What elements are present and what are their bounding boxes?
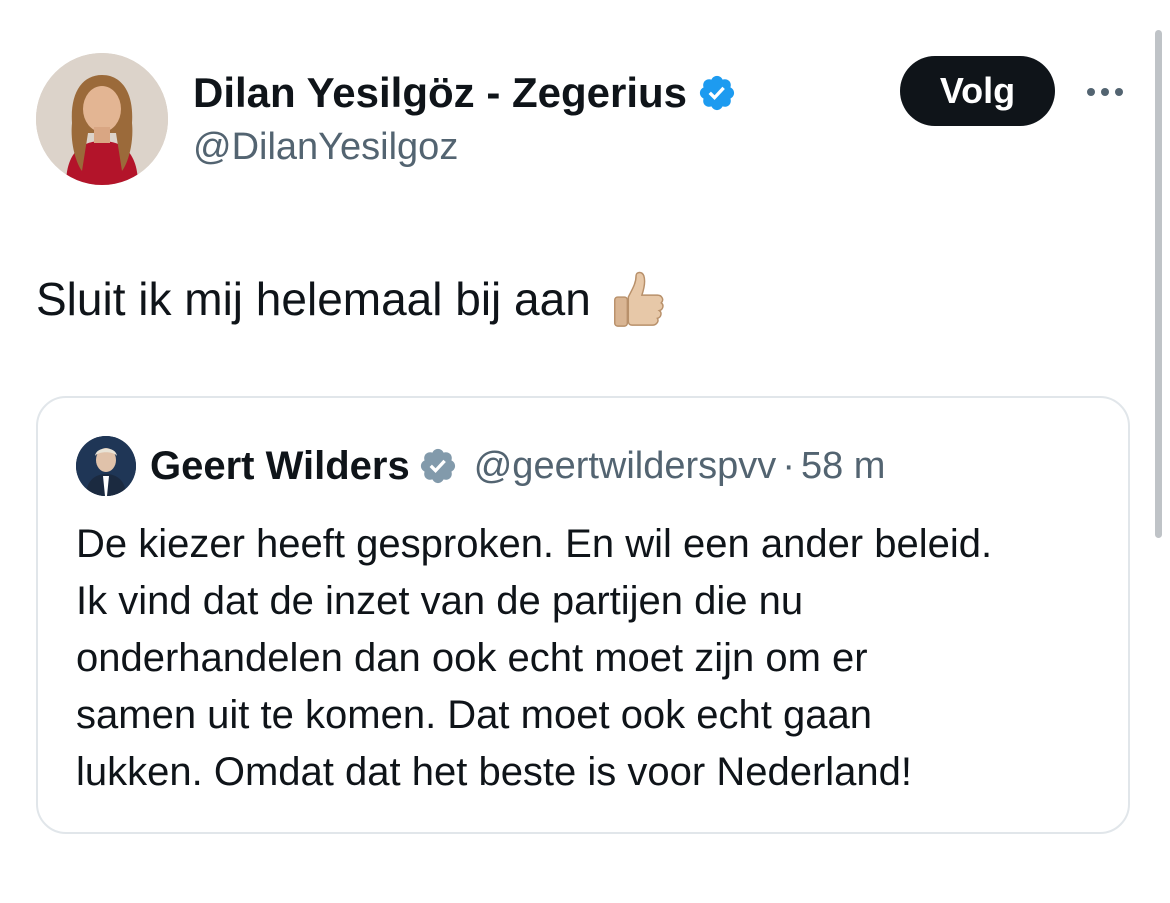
thumbs-up-icon <box>607 268 669 330</box>
quoted-tweet-line: Ik vind dat de inzet van de partijen die… <box>76 579 804 623</box>
quoted-author-avatar <box>76 436 136 496</box>
quoted-tweet-line: onderhandelen dan ook echt moet zijn om … <box>76 636 868 680</box>
author-display-name[interactable]: Dilan Yesilgöz - Zegerius <box>193 68 687 118</box>
quoted-author-name: Geert Wilders <box>150 444 410 488</box>
quoted-author-handle: @geertwilderspvv <box>473 445 777 487</box>
quoted-tweet-header: Geert Wilders @geertwilderspvv · 58 m <box>76 436 885 496</box>
scrollbar[interactable] <box>1155 30 1162 538</box>
tweet-text: Sluit ik mij helemaal bij aan <box>36 268 669 330</box>
quoted-tweet-timestamp: 58 m <box>800 445 886 487</box>
author-avatar[interactable] <box>36 53 168 185</box>
verified-badge-icon <box>697 73 737 113</box>
author-handle[interactable]: @DilanYesilgoz <box>193 124 458 170</box>
follow-button[interactable]: Volg <box>900 56 1055 126</box>
quoted-tweet-line: De kiezer heeft gesproken. En wil een an… <box>76 522 993 566</box>
more-options-icon[interactable] <box>1080 72 1130 112</box>
quoted-tweet-card[interactable]: Geert Wilders @geertwilderspvv · 58 m De… <box>36 396 1130 834</box>
separator-dot: · <box>782 445 795 487</box>
verified-badge-icon <box>418 446 458 486</box>
author-name[interactable]: Dilan Yesilgöz - Zegerius <box>193 68 737 118</box>
tweet-body: Sluit ik mij helemaal bij aan <box>36 273 591 325</box>
quoted-tweet-line: lukken. Omdat dat het beste is voor Nede… <box>76 750 913 794</box>
quoted-tweet-line: samen uit te komen. Dat moet ook echt ga… <box>76 693 872 737</box>
quoted-tweet-body: De kiezer heeft gesproken. En wil een an… <box>76 516 1106 801</box>
